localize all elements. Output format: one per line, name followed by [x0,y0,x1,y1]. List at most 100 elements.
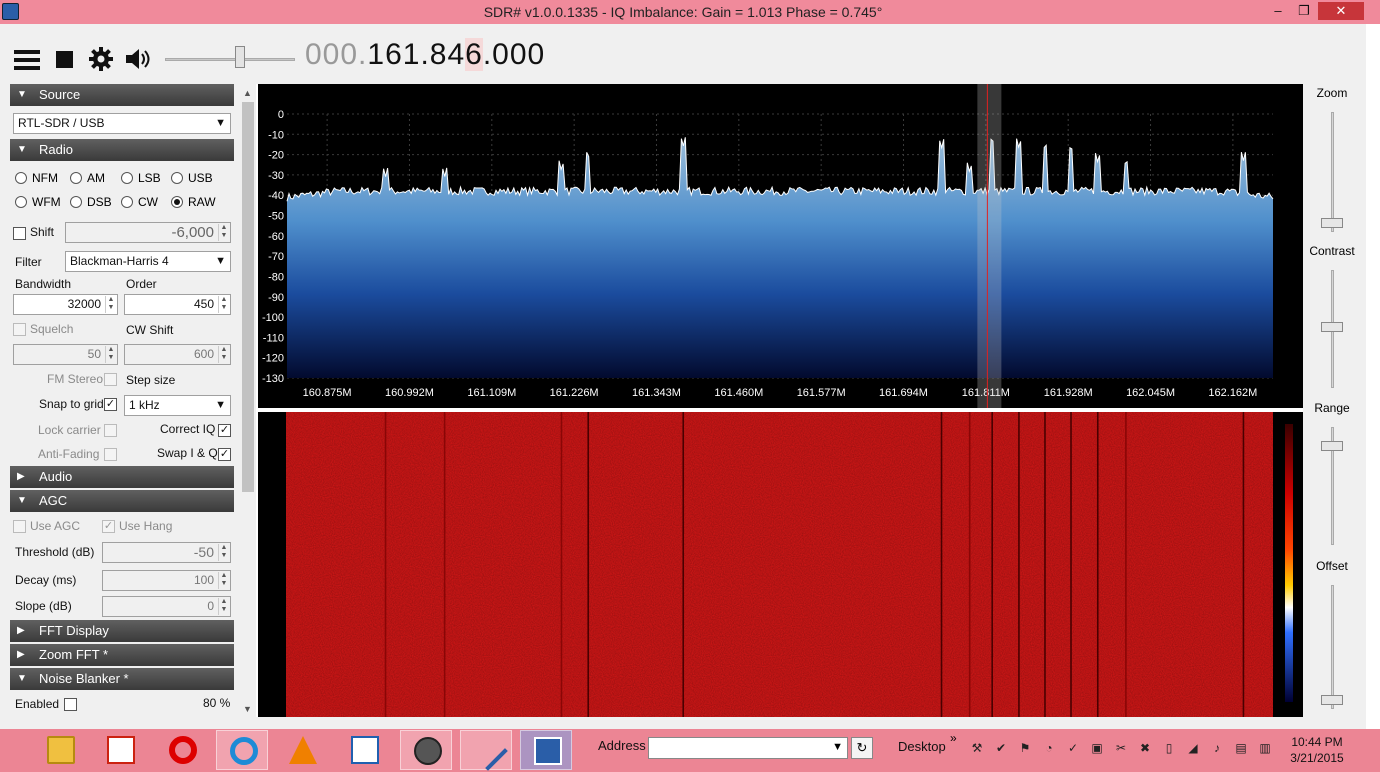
mode-radio-nfm[interactable]: NFM [15,171,58,185]
section-radio-header[interactable]: ▼ Radio [10,139,234,161]
tray-screen-icon[interactable]: ▤ [1234,741,1248,755]
freq-highlight-digit[interactable]: 6 [465,38,483,71]
left-panel-scrollbar[interactable]: ▲ ▼ [240,84,256,717]
mode-radio-wfm[interactable]: WFM [15,195,61,209]
squelch-checkbox[interactable] [13,323,26,336]
mode-radio-raw[interactable]: RAW [171,195,216,209]
lock-carrier-checkbox[interactable] [104,424,117,437]
stop-icon[interactable] [56,51,73,68]
scroll-up-icon[interactable]: ▲ [243,88,252,98]
tray-tool-icon[interactable]: ⚒ [970,741,984,755]
section-noise-blanker-header[interactable]: ▼ Noise Blanker * [10,668,234,690]
volume-slider[interactable] [165,46,295,68]
address-input[interactable]: ▼ [648,737,848,759]
taskbar-sdrsharp[interactable] [520,730,572,770]
offset-slider[interactable] [1321,585,1343,709]
bandwidth-spinner[interactable]: 32000 ▲ ▼ [13,294,118,315]
mode-radio-lsb[interactable]: LSB [121,171,161,185]
scrollbar-thumb[interactable] [242,102,254,492]
contrast-slider[interactable] [1321,270,1343,388]
tray-error-icon[interactable]: ✖ [1138,741,1152,755]
slope-spinner[interactable]: 0 ▲ ▼ [102,596,231,617]
toolbar-overflow-chevron[interactable]: » [950,731,957,745]
x-tick-label: 160.875M [303,387,352,399]
y-tick-label: -30 [268,170,284,182]
taskbar-vlc[interactable] [276,730,328,770]
tray-clock-app-icon[interactable]: ◔ [1042,741,1056,755]
radio-circle-icon [171,172,183,184]
mode-radio-cw[interactable]: CW [121,195,158,209]
tray-tools-icon[interactable]: ✂ [1114,741,1128,755]
y-tick-label: -130 [262,373,284,385]
bandwidth-label: Bandwidth [15,277,72,291]
cw-shift-spinner[interactable]: 600 ▲ ▼ [124,344,231,365]
tray-device-icon[interactable]: ▯ [1162,741,1176,755]
threshold-spinner[interactable]: -50 ▲ ▼ [102,542,231,563]
shift-spinner[interactable]: -6,000 ▲ ▼ [65,222,231,243]
volume-slider-thumb[interactable] [235,46,245,68]
decay-spinner[interactable]: 100 ▲ ▼ [102,570,231,591]
correct-iq-checkbox[interactable]: ✓ [218,424,231,437]
close-button[interactable]: ✕ [1318,2,1364,20]
step-size-select[interactable]: 1 kHz ▼ [124,395,231,416]
squelch-spinner[interactable]: 50 ▲ ▼ [13,344,118,365]
shift-checkbox[interactable] [13,227,26,240]
zoom-slider-thumb[interactable] [1321,218,1343,228]
order-spinner[interactable]: 450 ▲ ▼ [124,294,231,315]
filter-select[interactable]: Blackman-Harris 4 ▼ [65,251,231,272]
flag-icon[interactable]: ⚑ [1018,741,1032,755]
x-tick-label: 161.577M [797,387,846,399]
use-agc-checkbox[interactable] [13,520,26,533]
tray-monitor-icon[interactable]: ▣ [1090,741,1104,755]
status-strip [0,717,1366,729]
spectrum-analyzer[interactable]: 0 -10 -20 -30 -40 -50 -60 -70 -80 -90 -100 -110 -120… [258,84,1303,408]
taskbar-internet-explorer[interactable] [216,730,268,770]
desktop-toolbar-label[interactable]: Desktop [898,739,946,754]
waterfall-display[interactable] [258,412,1303,717]
use-hang-label: Use Hang [119,519,173,533]
snap-to-grid-checkbox[interactable]: ✓ [104,398,117,411]
nb-enabled-checkbox[interactable] [64,698,77,711]
mode-radio-usb[interactable]: USB [171,171,213,185]
tray-check-icon[interactable]: ✓ [1066,741,1080,755]
fm-stereo-label: FM Stereo [47,372,104,386]
offset-slider-thumb[interactable] [1321,695,1343,705]
taskbar-app-globe[interactable] [400,730,452,770]
contrast-label: Contrast [1309,244,1355,258]
range-slider[interactable] [1321,427,1343,545]
menu-icon[interactable] [14,50,40,74]
section-audio-header[interactable]: ▶ Audio [10,466,234,488]
section-zoom-fft-header[interactable]: ▶ Zoom FFT * [10,644,234,666]
swap-iq-checkbox[interactable]: ✓ [218,448,231,461]
tray-connection-icon[interactable]: ▥ [1258,741,1272,755]
system-clock[interactable]: 10:44 PM 3/21/2015 [1282,734,1352,766]
mode-radio-am[interactable]: AM [70,171,105,185]
opera-icon [169,736,197,764]
speaker-icon[interactable] [124,46,152,77]
zoom-slider[interactable] [1321,112,1343,232]
range-slider-thumb[interactable] [1321,441,1343,451]
taskbar-word-editor[interactable] [338,730,390,770]
tray-network-icon[interactable]: ◢ [1186,741,1200,755]
section-source-header[interactable]: ▼ Source [10,84,234,106]
use-hang-checkbox[interactable]: ✓ [102,520,115,533]
fm-stereo-checkbox[interactable] [104,373,117,386]
refresh-icon[interactable]: ↻ [851,737,873,759]
scroll-down-icon[interactable]: ▼ [243,704,252,714]
contrast-slider-thumb[interactable] [1321,322,1343,332]
taskbar-file-explorer[interactable] [34,730,86,770]
taskbar-app-pen[interactable] [460,730,512,771]
mode-radio-dsb[interactable]: DSB [70,195,112,209]
minimize-button[interactable]: ‒ [1266,2,1290,20]
restore-button[interactable]: ❐ [1292,2,1316,20]
taskbar-acrobat[interactable] [94,730,146,770]
gear-icon[interactable] [88,46,114,77]
source-device-select[interactable]: RTL-SDR / USB ▼ [13,113,231,134]
tray-security-icon[interactable]: ✔ [994,741,1008,755]
volume-icon[interactable]: ♪ [1210,741,1224,755]
anti-fading-checkbox[interactable] [104,448,117,461]
frequency-display[interactable]: 000.161.846.000 [305,38,545,72]
taskbar-opera[interactable] [156,730,208,770]
section-fft-display-header[interactable]: ▶ FFT Display [10,620,234,642]
section-agc-header[interactable]: ▼ AGC [10,490,234,512]
